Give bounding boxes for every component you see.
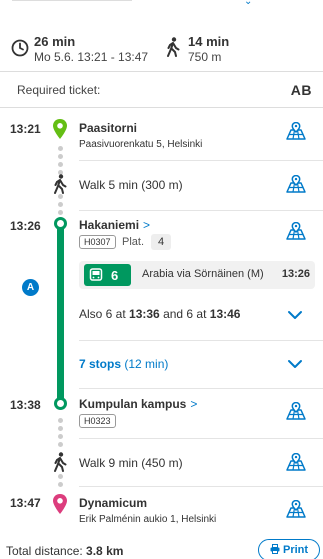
divider (79, 160, 323, 161)
path-dot (58, 482, 63, 487)
path-dot (58, 418, 63, 423)
platform-number: 4 (151, 234, 171, 250)
walk-duration: 14 min (188, 34, 230, 49)
divider (79, 486, 323, 487)
divider (12, 0, 132, 1)
walk-distance: 750 m (188, 50, 222, 64)
print-button[interactable]: Print (258, 539, 320, 559)
tram-departure-time: 13:26 (281, 268, 310, 280)
date-range: Mo 5.6. 13:21 - 13:47 (34, 50, 149, 64)
origin-time: 13:21 (10, 122, 41, 136)
walk-leg-1: Walk 5 min (300 m) (79, 178, 183, 192)
alight-stop-label: Kumpulan kampus (79, 397, 187, 411)
destination-time: 13:47 (10, 496, 41, 510)
also-prefix: Also 6 at (79, 307, 130, 321)
location-pin-icon (53, 119, 67, 139)
ticket-zone: AB (290, 82, 312, 98)
path-dot (58, 426, 63, 431)
chevron-down-icon[interactable] (287, 310, 303, 320)
tram-line-number: 6 (111, 268, 119, 283)
alight-time: 13:38 (10, 398, 41, 412)
total-distance-label: Total distance: (6, 544, 87, 558)
path-dot (58, 162, 63, 167)
path-dot (58, 154, 63, 159)
stop-code-badge: H0307 (79, 235, 116, 249)
walk-block: 14 min 750 m (188, 34, 229, 64)
location-pin-icon (53, 494, 67, 514)
clock-icon (11, 39, 29, 57)
walk-icon (54, 174, 67, 194)
walk-leg-2: Walk 9 min (450 m) (79, 456, 183, 470)
duration-block: 26 min Mo 5.6. 13:21 - 13:47 (34, 34, 148, 64)
walk-icon (167, 37, 180, 57)
destination-name[interactable]: Dynamicum (79, 496, 147, 510)
stop-marker (54, 397, 67, 410)
alternative-departures: Also 6 at 13:36 and 6 at 13:46 (79, 307, 240, 321)
path-dot (58, 434, 63, 439)
top-sliver: ⌄ (0, 0, 323, 12)
divider (79, 438, 323, 439)
board-stop-label: Hakaniemi (79, 218, 140, 232)
itinerary-summary: 26 min Mo 5.6. 13:21 - 13:47 14 min 750 … (0, 28, 323, 72)
stop-code-badge: H0323 (79, 414, 116, 428)
intermediate-stops-toggle[interactable]: 7 stops (12 min) (79, 357, 168, 371)
platform-label: Plat. (122, 236, 145, 248)
chevron-right-icon: > (143, 218, 151, 232)
path-dot (58, 194, 63, 199)
stops-count: 7 stops (79, 357, 122, 371)
print-icon (270, 544, 280, 554)
path-dot (58, 210, 63, 215)
tram-departure-card[interactable]: 6 Arabia via Sörnäinen (M) 13:26 (79, 261, 315, 289)
map-icon[interactable] (285, 221, 307, 241)
tram-route-line (57, 220, 64, 404)
tram-icon (89, 268, 103, 281)
map-icon[interactable] (285, 121, 307, 141)
also-time-2: 13:46 (209, 307, 241, 321)
map-icon[interactable] (285, 499, 307, 519)
map-icon[interactable] (285, 401, 307, 421)
alight-stop-name[interactable]: Kumpulan kampus > (79, 397, 197, 411)
stops-duration: (12 min) (124, 357, 169, 371)
chevron-down-icon[interactable]: ⌄ (244, 0, 252, 7)
also-time-1: 13:36 (129, 307, 160, 321)
ticket-row: Required ticket: AB (0, 73, 323, 108)
map-icon[interactable] (285, 452, 307, 472)
total-distance-value: 3.8 km (86, 544, 124, 558)
walk-icon (54, 452, 67, 472)
chevron-right-icon: > (190, 397, 198, 411)
total-duration: 26 min (34, 34, 76, 49)
path-dot (58, 146, 63, 151)
tram-line-chip: 6 (84, 264, 131, 286)
board-stop-name[interactable]: Hakaniemi > (79, 218, 150, 232)
ticket-label: Required ticket: (17, 83, 101, 97)
divider (79, 388, 323, 389)
origin-address: Paasivuorenkatu 5, Helsinki (79, 139, 203, 150)
divider (79, 210, 323, 211)
path-dot (58, 202, 63, 207)
board-time: 13:26 (10, 219, 41, 233)
zone-marker: A (22, 279, 39, 296)
total-distance: Total distance: 3.8 km (6, 544, 123, 558)
print-label: Print (283, 544, 309, 556)
origin-name[interactable]: Paasitorni (79, 121, 137, 135)
map-icon[interactable] (285, 174, 307, 194)
stop-marker (54, 217, 67, 230)
chevron-down-icon[interactable] (287, 359, 303, 369)
path-dot (58, 442, 63, 447)
path-dot (58, 474, 63, 479)
destination-address: Erik Palménin aukio 1, Helsinki (79, 514, 217, 525)
also-middle: and 6 at (159, 307, 210, 321)
divider (79, 340, 323, 341)
tram-destination: Arabia via Sörnäinen (M) (142, 268, 264, 280)
